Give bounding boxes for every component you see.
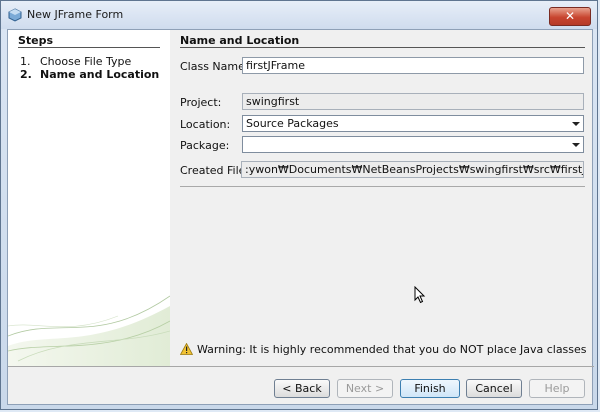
cancel-button[interactable]: Cancel [466,379,522,398]
step-number: 1. [20,55,31,68]
package-dropdown[interactable] [242,136,584,153]
warning-message: Warning: It is highly recommended that y… [180,343,590,356]
back-button[interactable]: < Back [274,379,330,398]
section-title: Name and Location [180,34,300,47]
step-number: 2. [20,68,32,81]
class-name-label: Class Name: [180,60,249,73]
steps-title: Steps [18,34,54,47]
steps-divider [18,47,160,48]
section-divider [180,47,585,48]
window-title: New JFrame Form [27,8,124,21]
class-name-input[interactable]: firstJFrame [242,57,584,74]
footer-divider [8,366,594,367]
project-label: Project: [180,96,222,109]
dialog-window: New JFrame Form ✕ Steps 1. Choose File Ty… [0,0,598,410]
step-item-name-and-location: 2. Name and Location [20,68,159,81]
help-button[interactable]: Help [529,379,585,398]
form-divider [180,186,585,187]
created-file-label: Created File: [180,164,250,177]
project-field: swingfirst [242,93,584,110]
title-bar[interactable]: New JFrame Form ✕ [1,1,597,29]
step-label: Name and Location [40,68,160,81]
close-button[interactable]: ✕ [549,7,591,26]
chevron-down-icon [572,143,580,147]
step-item-choose-file-type: 1. Choose File Type [20,55,131,68]
dialog-content: Steps 1. Choose File Type 2. Name and Loca… [7,29,594,405]
netbeans-cube-icon [8,8,22,22]
warning-icon [180,343,193,355]
next-button[interactable]: Next > [337,379,393,398]
created-file-field: :ywon₩Documents₩NetBeansProjects₩swingfi… [241,161,584,178]
location-dropdown[interactable]: Source Packages [242,115,584,132]
location-label: Location: [180,118,231,131]
close-icon: ✕ [564,9,576,23]
chevron-down-icon [572,122,580,126]
steps-panel: Steps 1. Choose File Type 2. Name and Loca… [8,30,170,366]
step-label: Choose File Type [40,55,132,68]
finish-button[interactable]: Finish [400,379,460,398]
package-label: Package: [180,139,230,152]
location-selected-value: Source Packages [246,117,339,130]
form-panel: Name and Location Class Name: firstJFram… [170,30,594,366]
decorative-swirl-graphic [8,295,170,366]
warning-text: Warning: It is highly recommended that y… [197,343,590,356]
mouse-cursor-icon [414,286,426,304]
